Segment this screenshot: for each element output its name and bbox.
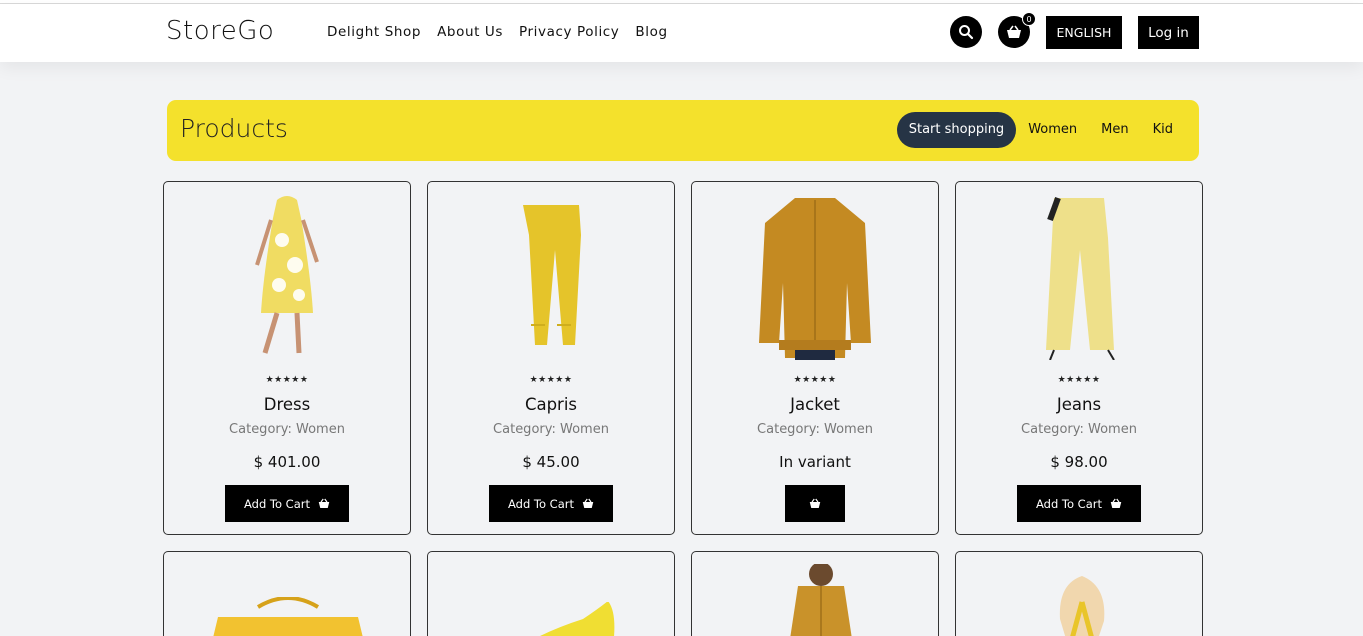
add-to-cart-label: Add To Cart (1036, 496, 1102, 511)
jeans-image (1046, 196, 1115, 360)
product-image-jacket[interactable] (692, 182, 938, 367)
rating-stars: ★★★★★ (529, 375, 573, 385)
product-name[interactable]: Jeans (956, 395, 1202, 414)
site-header: StoreGo Delight Shop About Us Privacy Po… (0, 4, 1363, 62)
product-price: $ 401.00 (253, 453, 321, 471)
product-price: $ 45.00 (522, 453, 580, 471)
product-name[interactable]: Dress (164, 395, 410, 414)
product-category: Category: Women (493, 422, 609, 437)
nav-privacy-policy[interactable]: Privacy Policy (519, 24, 619, 40)
product-name[interactable]: Jacket (692, 395, 938, 414)
main-nav: Delight Shop About Us Privacy Policy Blo… (327, 24, 668, 40)
product-card-dress[interactable]: ★★★★★ Dress Category: Women $ 401.00 Add… (163, 181, 411, 535)
product-price: $ 98.00 (1050, 453, 1108, 471)
product-card-shirt[interactable] (691, 551, 939, 636)
filter-men[interactable]: Men (1089, 112, 1140, 148)
basket-icon (1007, 25, 1021, 38)
basket-icon (318, 498, 330, 508)
add-to-cart-button[interactable]: Add To Cart (1017, 485, 1141, 522)
product-category: Category: Women (229, 422, 345, 437)
product-card-jeans[interactable]: ★★★★★ Jeans Category: Women $ 98.00 Add … (955, 181, 1203, 535)
filter-kid[interactable]: Kid (1141, 112, 1185, 148)
products-banner: Products Start shopping Women Men Kid (167, 100, 1199, 161)
nav-blog[interactable]: Blog (635, 24, 667, 40)
add-to-cart-button[interactable]: Add To Cart (225, 485, 349, 522)
rating-stars: ★★★★★ (1057, 375, 1101, 385)
product-name[interactable]: Capris (428, 395, 674, 414)
page-title: Products (180, 114, 288, 143)
product-card-jacket[interactable]: ★★★★★ Jacket Category: Women In variant (691, 181, 939, 535)
basket-icon (809, 498, 821, 508)
add-to-cart-label: Add To Cart (244, 496, 310, 511)
product-card-shoe[interactable] (427, 551, 675, 636)
basket-icon (1110, 498, 1122, 508)
shoe-image (540, 602, 615, 636)
login-button[interactable]: Log in (1138, 16, 1199, 49)
product-category: Category: Women (757, 422, 873, 437)
rating-stars: ★★★★★ (793, 375, 837, 385)
category-filters: Start shopping Women Men Kid (896, 112, 1185, 148)
add-to-cart-button[interactable]: Add To Cart (489, 485, 613, 522)
shirt-image (790, 564, 852, 636)
search-icon (959, 25, 974, 40)
store-logo[interactable]: StoreGo (166, 16, 274, 46)
rating-stars: ★★★★★ (265, 375, 309, 385)
cart-button[interactable]: 0 (998, 12, 1036, 48)
add-to-cart-button[interactable] (785, 485, 845, 522)
bag-image (213, 597, 363, 636)
product-image-dress[interactable] (164, 182, 410, 367)
product-card-bag[interactable] (163, 551, 411, 636)
product-price: In variant (779, 453, 851, 471)
search-button[interactable] (950, 16, 982, 48)
product-image-jeans[interactable] (956, 182, 1202, 367)
cart-count-badge: 0 (1022, 12, 1036, 26)
nav-about-us[interactable]: About Us (437, 24, 503, 40)
capris-image (523, 204, 581, 345)
add-to-cart-label: Add To Cart (508, 496, 574, 511)
nav-delight-shop[interactable]: Delight Shop (327, 24, 421, 40)
product-image-capris[interactable] (428, 182, 674, 367)
product-category: Category: Women (1021, 422, 1137, 437)
language-button[interactable]: ENGLISH (1046, 16, 1122, 49)
dress-image (255, 195, 319, 354)
basket-icon (582, 498, 594, 508)
jacket-image (759, 197, 871, 360)
product-card-sandal[interactable] (955, 551, 1203, 636)
filter-start-shopping[interactable]: Start shopping (896, 112, 1017, 148)
product-card-capris[interactable]: ★★★★★ Capris Category: Women $ 45.00 Add… (427, 181, 675, 535)
filter-women[interactable]: Women (1016, 112, 1089, 148)
sandal-image (1059, 576, 1105, 636)
